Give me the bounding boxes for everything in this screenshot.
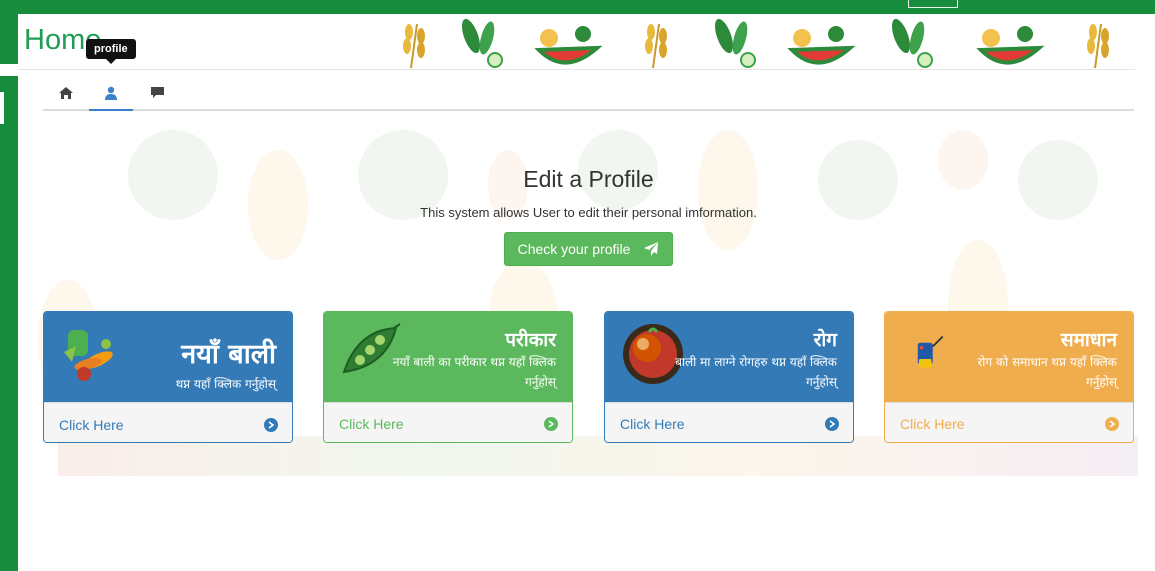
- panel-description: नयाँ बाली का परीकार थप्न यहाँ क्लिक गर्न…: [392, 355, 556, 389]
- panel-heading: परीकार नयाँ बाली का परीकार थप्न यहाँ क्ल…: [324, 312, 572, 402]
- panel-new-crop: नयाँ बाली थप्न यहाँ क्लिक गर्नुहोस् Clic…: [43, 311, 293, 443]
- sidebar-notch: [0, 64, 18, 76]
- comment-icon: [150, 87, 164, 98]
- panel-disease: रोग बाली मा लाग्ने रोगहरु थप्न यहाँ क्लि…: [604, 311, 854, 443]
- check-profile-label: Check your profile: [517, 241, 631, 257]
- top-bar: [0, 0, 1155, 14]
- arrow-circle-right-icon: [544, 416, 558, 431]
- home-icon: [59, 86, 73, 99]
- nav-tabs: [43, 76, 1134, 111]
- watermelon-icon: [787, 26, 856, 65]
- watermelon-icon: [976, 26, 1045, 65]
- cucumber-icon: [461, 18, 503, 68]
- tab-home[interactable]: [44, 76, 88, 109]
- panel-footer-link[interactable]: Click Here: [885, 402, 1133, 442]
- arrow-circle-right-icon: [1105, 416, 1119, 431]
- panel-heading: नयाँ बाली थप्न यहाँ क्लिक गर्नुहोस्: [44, 312, 292, 402]
- panel-description: रोग को समाधान थप्न यहाँ क्लिक गर्नुहोस्: [977, 355, 1117, 389]
- panel-title: परीकार: [505, 329, 556, 351]
- panel-solution: समाधान रोग को समाधान थप्न यहाँ क्लिक गर्…: [884, 311, 1134, 443]
- panel-footer-link[interactable]: Click Here: [324, 402, 572, 442]
- panel-recipe: परीकार नयाँ बाली का परीकार थप्न यहाँ क्ल…: [323, 311, 573, 443]
- top-bar-box[interactable]: [908, 0, 958, 8]
- hero-subtitle: This system allows User to edit their pe…: [420, 205, 757, 220]
- panel-heading: रोग बाली मा लाग्ने रोगहरु थप्न यहाँ क्लि…: [605, 312, 853, 402]
- panel-title: रोग: [813, 329, 837, 351]
- profile-tooltip: profile: [86, 39, 136, 64]
- header-divider: [18, 69, 1135, 70]
- cucumber-icon: [714, 18, 756, 68]
- click-here-link[interactable]: Click Here: [339, 416, 404, 432]
- watermelon-icon: [534, 26, 603, 65]
- panel-description: थप्न यहाँ क्लिक गर्नुहोस्: [175, 377, 276, 391]
- cucumber-icon: [891, 18, 933, 68]
- left-sidebar: [0, 14, 18, 571]
- sidebar-toggle[interactable]: [0, 92, 4, 124]
- arrow-circle-right-icon: [825, 416, 839, 431]
- wheat-icon: [403, 23, 425, 69]
- panel-footer-link[interactable]: Click Here: [605, 402, 853, 442]
- panel-description: बाली मा लाग्ने रोगहरु थप्न यहाँ क्लिक गर…: [675, 355, 837, 389]
- panel-title: नयाँ बाली: [181, 339, 276, 370]
- panel-footer-link[interactable]: Click Here: [44, 402, 292, 442]
- tab-profile[interactable]: [89, 76, 133, 111]
- panel-heading: समाधान रोग को समाधान थप्न यहाँ क्लिक गर्…: [885, 312, 1133, 402]
- user-icon: [105, 86, 117, 100]
- wheat-icon: [1087, 23, 1109, 69]
- tab-messages[interactable]: [135, 76, 179, 109]
- wheat-icon: [645, 23, 667, 69]
- check-profile-button[interactable]: Check your profile: [504, 232, 673, 266]
- hero-title: Edit a Profile: [523, 166, 654, 192]
- panel-title: समाधान: [1060, 329, 1117, 351]
- sprayer-icon: [917, 335, 944, 368]
- click-here-link[interactable]: Click Here: [620, 416, 685, 432]
- click-here-link[interactable]: Click Here: [59, 417, 124, 433]
- arrow-circle-right-icon: [264, 417, 278, 432]
- click-here-link[interactable]: Click Here: [900, 416, 965, 432]
- paper-plane-icon: [644, 242, 659, 256]
- header-banner: [385, 14, 1135, 70]
